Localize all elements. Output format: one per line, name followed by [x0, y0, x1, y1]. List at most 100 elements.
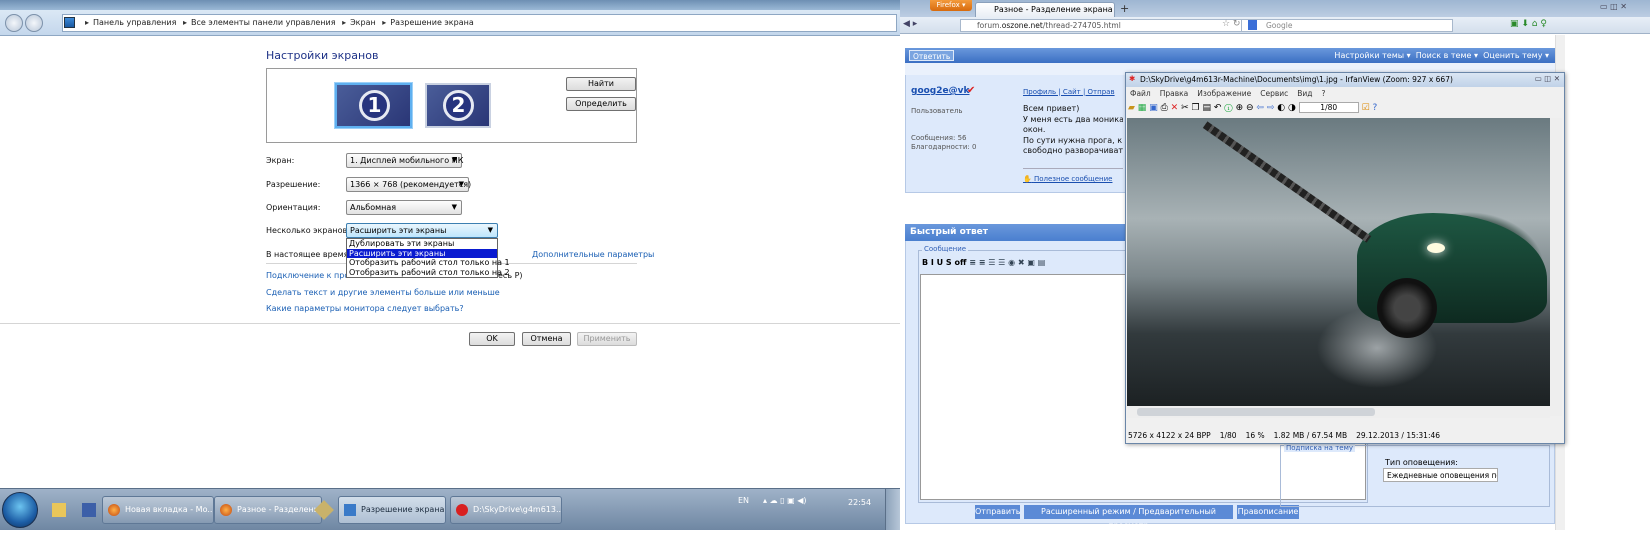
post-username[interactable]: goog2e@vk — [911, 86, 969, 96]
thread-settings-menu[interactable]: Настройки темы ▾ — [1334, 51, 1410, 60]
cut-icon[interactable]: ✂ — [1181, 103, 1189, 113]
chevron-down-icon: ▼ — [487, 226, 493, 234]
taskbar-irfanview[interactable]: D:\SkyDrive\g4m613... — [450, 496, 562, 524]
apply-button[interactable]: Применить — [577, 332, 637, 346]
menu-image[interactable]: Изображение — [1197, 89, 1251, 98]
notify-select[interactable]: Ежедневные оповещения по e-mail — [1383, 468, 1498, 482]
save-pinned-icon[interactable] — [82, 503, 96, 517]
settings-icon[interactable]: ☑ — [1362, 103, 1370, 113]
back-forward-icon[interactable]: ◀ ▸ — [903, 19, 917, 29]
new-tab-button[interactable]: + — [1120, 2, 1129, 15]
breadcrumb[interactable]: ▸ Панель управления ▸ Все элементы панели … — [62, 14, 897, 32]
editor-toolbar[interactable]: B I U S off ≡ ≡ ☰ ☰ ◉ ✖ ▣ ▤ — [922, 258, 1122, 272]
show-desktop-button[interactable] — [885, 489, 900, 530]
copy-icon[interactable]: ❐ — [1192, 103, 1200, 113]
delete-icon[interactable]: ✕ — [1171, 103, 1179, 113]
url-prefix: forum. — [977, 21, 1002, 30]
next-icon[interactable]: ⇨ — [1267, 103, 1275, 113]
resolution-select[interactable]: 1366 × 768 (рекомендуется) ▼ — [346, 177, 471, 192]
undo-icon[interactable]: ↶ — [1214, 103, 1222, 113]
zoom-out-icon[interactable]: ⊖ — [1246, 103, 1254, 113]
cancel-button[interactable]: Отмена — [522, 332, 571, 346]
language-indicator[interactable]: EN — [738, 496, 749, 505]
toolbar-icons[interactable]: ▣ ⬇ ⌂ ♀ — [1510, 19, 1547, 29]
paste-icon[interactable]: ▤ — [1202, 103, 1211, 113]
monitor-help-link[interactable]: Какие параметры монитора следует выбрать… — [266, 304, 464, 313]
first-icon[interactable]: ◐ — [1277, 103, 1285, 113]
irfanview-title-bar[interactable]: ✱ D:\SkyDrive\g4m613r-Machine\Documents\… — [1126, 73, 1564, 87]
user-thanks: Благодарности: 0 — [911, 143, 977, 151]
firefox-menu-button[interactable]: Firefox ▾ — [930, 0, 972, 11]
last-icon[interactable]: ◑ — [1288, 103, 1296, 113]
menu-service[interactable]: Сервис — [1260, 89, 1288, 98]
prev-icon[interactable]: ⇦ — [1256, 103, 1264, 113]
image-horizontal-scrollbar[interactable] — [1127, 406, 1550, 418]
option-only-2[interactable]: Отобразить рабочий стол только на 2 — [347, 268, 510, 278]
zoom-in-icon[interactable]: ⊕ — [1236, 103, 1244, 113]
info-icon[interactable]: ⓘ — [1224, 103, 1232, 113]
monitor-1[interactable]: 1 — [335, 83, 412, 128]
url-domain: oszone.net — [1001, 21, 1043, 30]
forward-button[interactable] — [25, 14, 43, 32]
search-input[interactable]: Google — [1241, 19, 1453, 32]
thread-search-menu[interactable]: Поиск в теме ▾ — [1416, 51, 1478, 60]
taskbar-screen-resolution[interactable]: Разрешение экрана — [338, 496, 446, 524]
send-button[interactable]: Отправить — [975, 505, 1020, 519]
orientation-select[interactable]: Альбомная ▼ — [346, 200, 462, 215]
advanced-settings-link[interactable]: Дополнительные параметры — [532, 250, 654, 259]
scroll-thumb[interactable] — [1137, 408, 1375, 416]
menu-file[interactable]: Файл — [1130, 89, 1151, 98]
menu-view[interactable]: Вид — [1297, 89, 1312, 98]
print-icon[interactable]: ⎙ — [1161, 103, 1168, 113]
window-controls[interactable]: ▭ ◫ ✕ — [1535, 74, 1560, 83]
thumbnails-icon[interactable]: ▦ — [1138, 103, 1147, 113]
monitor-2[interactable]: 2 — [425, 83, 491, 128]
system-tray: EN ▴ ☁ ▯ ▣ ◀) — [738, 496, 806, 505]
breadcrumb-all-items[interactable]: Все элементы панели управления — [191, 18, 336, 27]
user-links[interactable]: Профиль | Сайт | Отправ — [1023, 88, 1115, 96]
clock[interactable]: 22:54 — [848, 498, 871, 507]
ok-button[interactable]: OK — [469, 332, 515, 346]
option-only-1[interactable]: Отобразить рабочий стол только на 1 — [347, 258, 510, 268]
breadcrumb-resolution[interactable]: Разрешение экрана — [390, 18, 473, 27]
editor-icons[interactable]: ≡ ≡ ☰ ☰ ◉ ✖ ▣ ▤ — [969, 258, 1045, 267]
breadcrumb-display[interactable]: Экран — [350, 18, 376, 27]
text-size-link[interactable]: Сделать текст и другие элементы больше и… — [266, 288, 500, 297]
display-select[interactable]: 1. Дисплей мобильного ПК ▼ — [346, 153, 463, 168]
explorer-pinned-icon[interactable] — [52, 503, 66, 517]
bookmark-star-icon[interactable]: ☆ ↻ — [1222, 19, 1240, 29]
url-bar[interactable]: forum.oszone.net/thread-274705.html — [960, 19, 1260, 32]
help-icon[interactable]: ? — [1373, 103, 1378, 113]
find-button[interactable]: Найти — [566, 77, 636, 91]
menu-help[interactable]: ? — [1321, 89, 1325, 98]
irfanview-icon — [456, 504, 468, 516]
image-view-car-with-chains[interactable] — [1127, 118, 1550, 406]
reply-button[interactable]: Ответить — [909, 50, 955, 61]
status-date: 29.12.2013 / 15:31:46 — [1356, 431, 1441, 440]
page-indicator[interactable]: 1/80 — [1298, 102, 1359, 113]
spelling-button[interactable]: Правописание — [1237, 505, 1299, 519]
useful-post-link[interactable]: ✋ Полезное сообщение — [1023, 175, 1112, 183]
option-extend[interactable]: Расширить эти экраны — [347, 248, 497, 258]
back-button[interactable] — [5, 14, 23, 32]
format-buttons[interactable]: B I U S off — [922, 258, 966, 267]
monitor-preview: 1 2 Найти Определить — [266, 68, 637, 143]
control-panel-title-bar — [0, 0, 900, 10]
tray-icons[interactable]: ▴ ☁ ▯ ▣ ◀) — [763, 496, 806, 505]
browser-tab[interactable]: Разное - Разделение экрана — [975, 2, 1115, 17]
taskbar-firefox-forum[interactable]: Разное - Разделени... — [214, 496, 322, 524]
advanced-mode-button[interactable]: Расширенный режим / Предварительный прос… — [1024, 505, 1233, 530]
taskbar-firefox-newtab[interactable]: Новая вкладка - Mo... — [102, 496, 214, 524]
image-vertical-scrollbar[interactable] — [1550, 118, 1562, 416]
menu-edit[interactable]: Правка — [1160, 89, 1189, 98]
save-icon[interactable]: ▣ — [1149, 103, 1158, 113]
multiple-displays-select[interactable]: Расширить эти экраны ▼ — [346, 223, 498, 238]
irfanview-icon: ✱ — [1129, 74, 1136, 83]
rate-thread-menu[interactable]: Оценить тему ▾ — [1483, 51, 1549, 60]
open-icon[interactable]: ▰ — [1128, 103, 1135, 113]
start-button[interactable] — [2, 492, 38, 528]
breadcrumb-control-panel[interactable]: Панель управления — [93, 18, 176, 27]
identify-button[interactable]: Определить — [566, 97, 636, 111]
window-controls[interactable]: ▭ ◫ ✕ — [1600, 2, 1627, 11]
option-duplicate[interactable]: Дублировать эти экраны — [347, 239, 497, 249]
